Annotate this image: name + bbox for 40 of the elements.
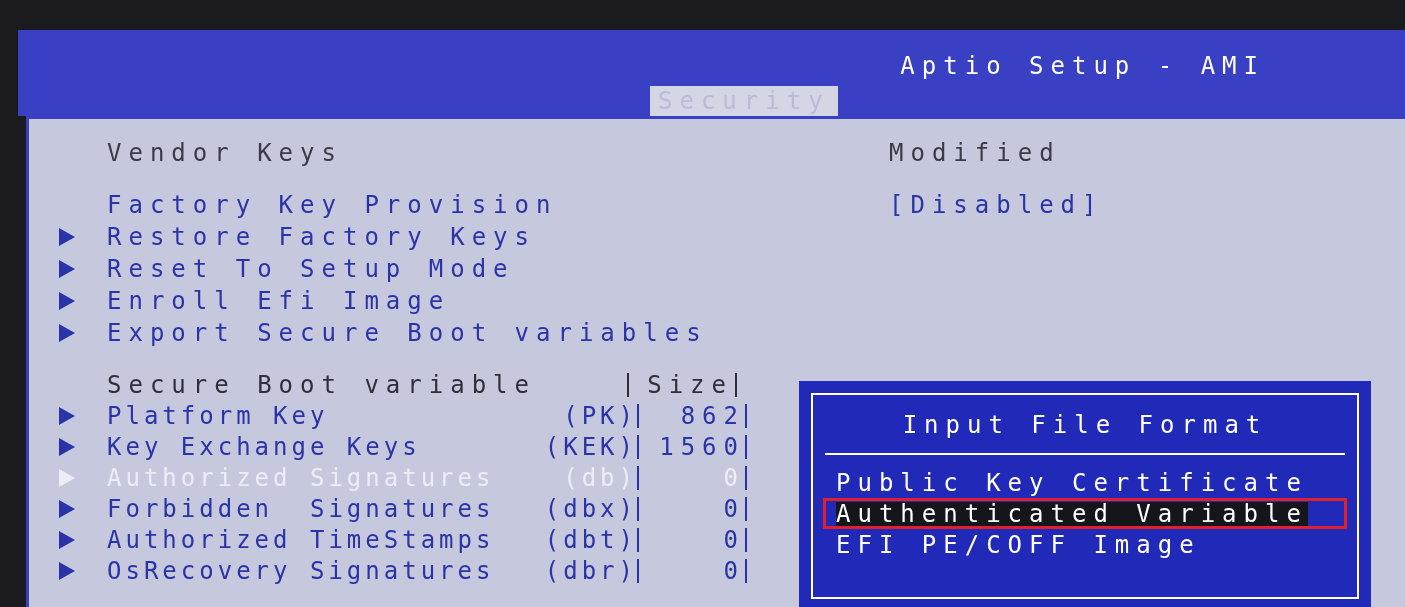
setting-label: Vendor Keys (107, 141, 344, 165)
column-header: Secure Boot variable (107, 372, 537, 397)
setting-value: Modified (889, 141, 1061, 165)
submenu-arrow-icon (59, 468, 75, 487)
variable-code: (dbt) (544, 527, 637, 552)
window-title: Aptio Setup - AMI (900, 54, 1265, 82)
setting-value[interactable]: [Disabled] (889, 193, 1104, 217)
menu-item[interactable]: Export Secure Boot variables (107, 321, 889, 345)
variable-size: 1560 (637, 434, 747, 459)
variable-name[interactable]: OsRecovery Signatures (107, 558, 495, 583)
submenu-arrow-icon (59, 260, 75, 278)
submenu-arrow-icon (59, 437, 75, 456)
variable-size: 0 (637, 527, 747, 552)
submenu-arrow-icon (59, 561, 75, 580)
menu-item[interactable]: Factory Key Provision (107, 193, 889, 217)
submenu-arrow-icon (59, 324, 75, 342)
variable-size: 862 (637, 403, 747, 428)
variable-code: (PK) (563, 403, 637, 428)
popup-option[interactable]: EFI PE/COFF Image (836, 532, 1201, 557)
variable-size: 0 (637, 558, 747, 583)
variable-code: (dbx) (544, 496, 637, 521)
variable-name[interactable]: Forbidden Signatures (107, 496, 495, 521)
popup-option[interactable]: Public Key Certificate (836, 470, 1308, 495)
submenu-arrow-icon (59, 228, 75, 246)
popup-option[interactable]: Authenticated Variable (836, 501, 1308, 526)
variable-code: (dbr) (544, 558, 637, 583)
submenu-arrow-icon (59, 292, 75, 310)
popup-title: Input File Format (902, 413, 1268, 437)
variable-size: 0 (637, 496, 747, 521)
submenu-arrow-icon (59, 530, 75, 549)
menu-item[interactable]: Reset To Setup Mode (107, 257, 889, 281)
column-header: Size (627, 372, 737, 397)
submenu-arrow-icon (59, 406, 75, 425)
menu-item[interactable]: Restore Factory Keys (107, 225, 889, 249)
variable-code: (KEK) (544, 434, 637, 459)
submenu-arrow-icon (59, 499, 75, 518)
variable-name[interactable]: Key Exchange Keys (107, 434, 421, 459)
menu-item[interactable]: Enroll Efi Image (107, 289, 889, 313)
variable-name[interactable]: Platform Key (107, 403, 329, 428)
variable-name[interactable]: Authorized TimeStamps (107, 527, 495, 552)
